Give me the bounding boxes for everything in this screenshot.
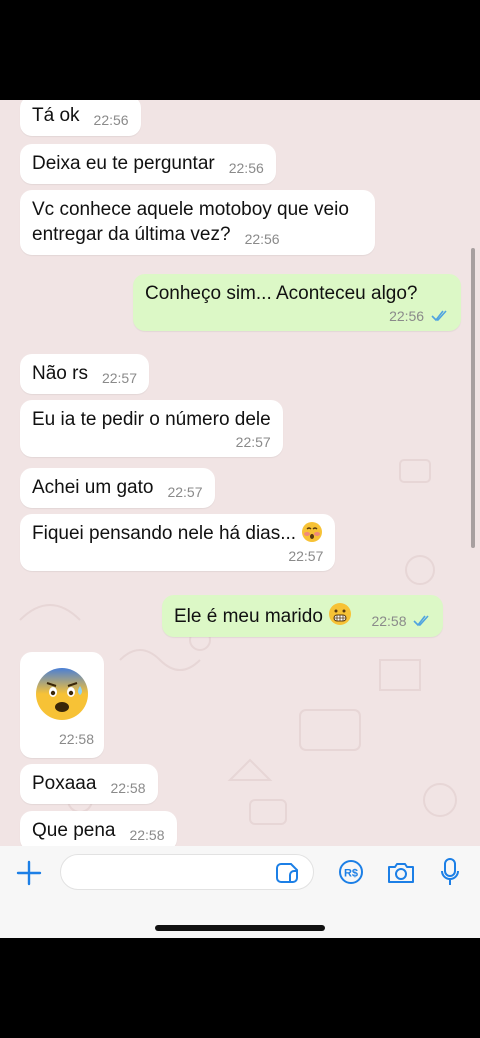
message-time: 22:58 — [110, 780, 146, 796]
chat-area[interactable]: Tá ok 22:56 Deixa eu te perguntar 22:56 Vc… — [0, 100, 480, 846]
message-time: 22:56 — [228, 160, 264, 176]
message-incoming[interactable]: Não rs 22:57 — [20, 354, 150, 394]
message-incoming[interactable]: Achei um gato 22:57 — [20, 468, 215, 508]
message-incoming[interactable]: Fiquei pensando nele há dias... 22:57 — [20, 514, 336, 571]
message-incoming[interactable]: Que pena 22:58 — [20, 811, 177, 846]
message-time: 22:56 — [389, 308, 425, 324]
plus-icon[interactable] — [16, 860, 42, 886]
message-text: Conheço sim... Aconteceu algo? — [145, 283, 418, 304]
message-text: Achei um gato — [32, 477, 154, 498]
message-time-row: 22:56 — [145, 308, 449, 324]
message-time: 22:56 — [93, 112, 129, 128]
message-text: Deixa eu te perguntar — [32, 153, 215, 174]
double-check-icon — [413, 615, 430, 627]
message-incoming[interactable]: Poxaaa 22:58 — [20, 764, 158, 804]
message-time: 22:57 — [101, 370, 138, 386]
home-indicator — [155, 925, 325, 931]
grimacing-face-emoji-icon — [329, 603, 352, 625]
message-text: Que pena — [32, 820, 116, 841]
message-text: Poxaaa — [32, 773, 97, 794]
message-time: 22:56 — [244, 231, 280, 247]
message-text: Eu ia te pedir o número dele — [32, 409, 271, 430]
message-incoming[interactable]: Vc conhece aquele motoboy que veio entre… — [20, 190, 375, 255]
message-time: 22:58 — [129, 827, 165, 843]
anxious-face-with-sweat-emoji-icon — [36, 668, 88, 720]
message-text: Fiquei pensando nele há dias... — [32, 523, 297, 544]
message-time: 22:57 — [235, 434, 271, 450]
microphone-icon[interactable] — [440, 857, 460, 887]
svg-text:R$: R$ — [344, 868, 358, 880]
message-time: 22:57 — [288, 548, 324, 564]
message-outgoing[interactable]: Conheço sim... Aconteceu algo? 22:56 — [133, 274, 461, 331]
message-time-row: 22:58 — [371, 613, 431, 629]
message-text: Não rs — [32, 363, 88, 384]
double-check-icon — [431, 310, 447, 322]
message-text: Vc conhece aquele motoboy que veio entre… — [32, 199, 349, 245]
message-text: Ele é meu marido — [174, 606, 323, 627]
chat-scrollbar[interactable] — [471, 248, 475, 548]
message-incoming[interactable]: Deixa eu te perguntar 22:56 — [20, 144, 276, 184]
camera-icon[interactable] — [386, 860, 416, 886]
message-outgoing[interactable]: Ele é meu marido 22:58 — [162, 595, 444, 637]
message-time: 22:58 — [371, 613, 407, 629]
message-incoming[interactable]: Eu ia te pedir o número dele 22:57 — [20, 400, 283, 457]
message-time: 22:58 — [58, 731, 94, 747]
sticker-icon[interactable] — [276, 861, 300, 885]
blushing-face-emoji-icon — [302, 522, 323, 542]
message-text: Tá ok — [32, 105, 80, 126]
message-time: 22:57 — [167, 484, 203, 500]
pix-payment-icon[interactable]: R$ — [338, 859, 364, 885]
message-input-bar: R$ — [0, 846, 480, 938]
message-incoming[interactable]: Tá ok 22:56 — [20, 100, 141, 136]
message-incoming-emoji[interactable]: 22:58 — [20, 652, 104, 758]
